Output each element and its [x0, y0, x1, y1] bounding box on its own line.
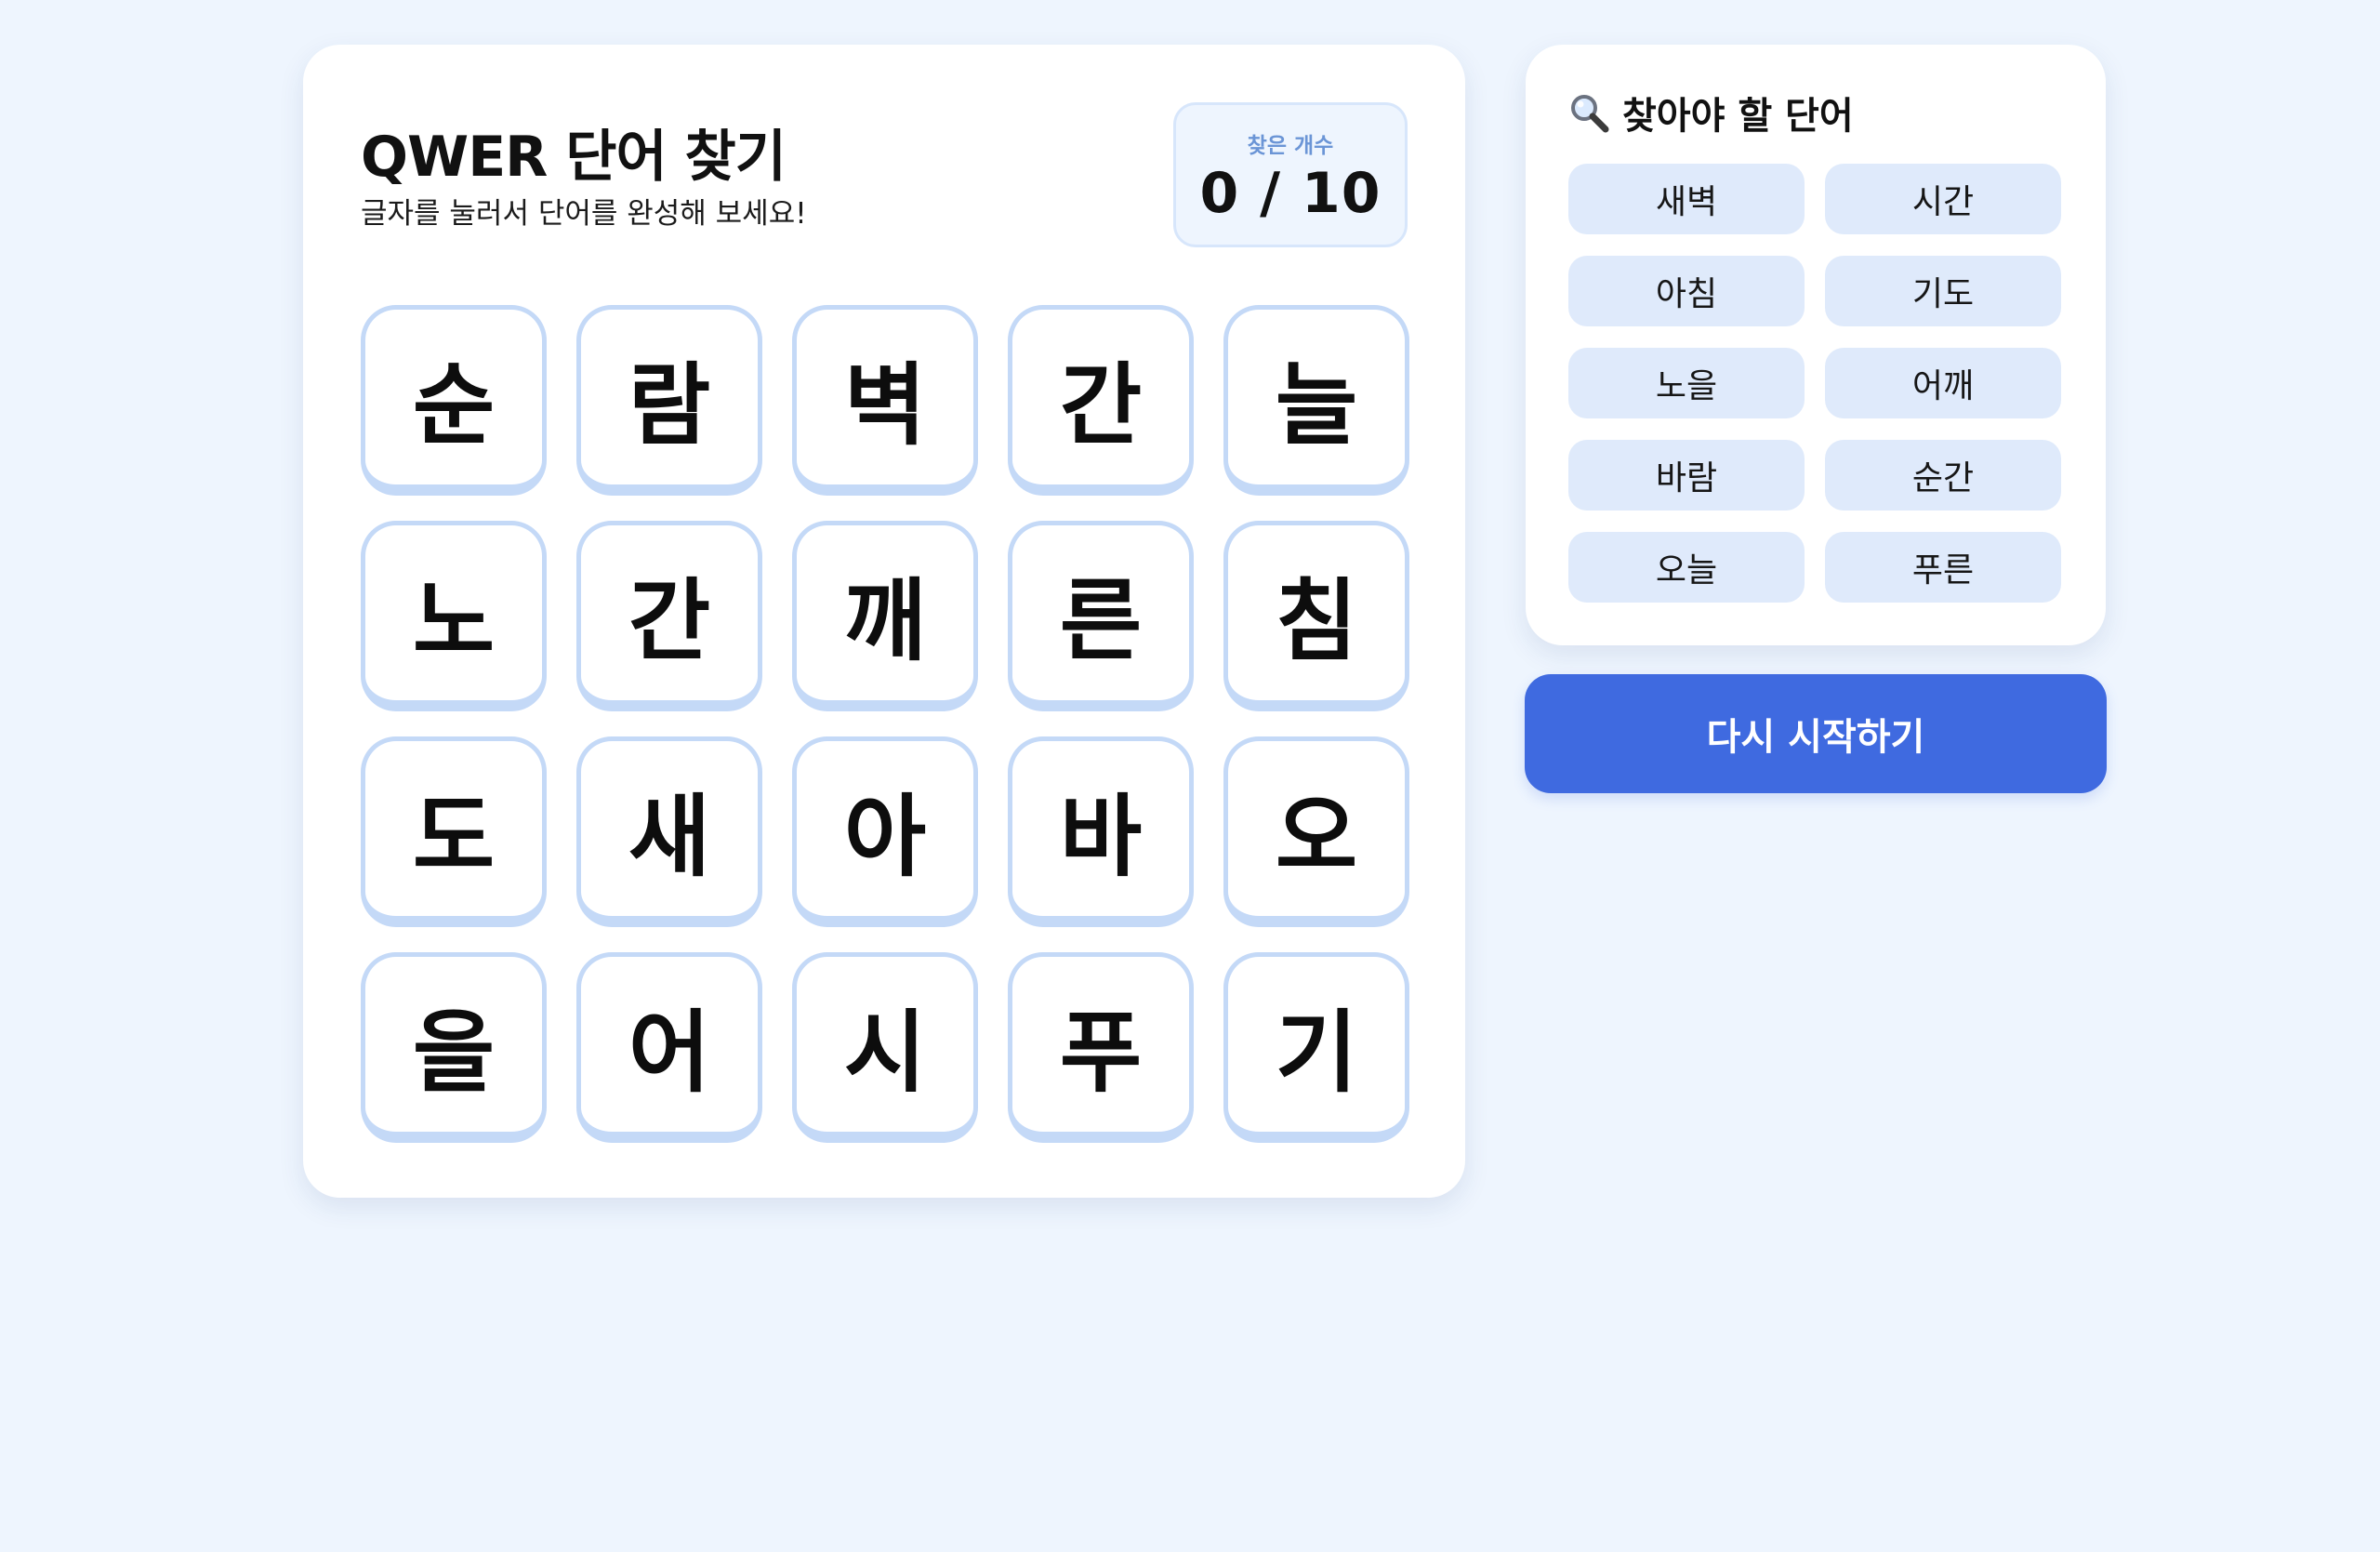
- letter-tile[interactable]: 기: [1223, 952, 1409, 1143]
- letter-tile[interactable]: 노: [361, 521, 547, 711]
- word-chip: 푸른: [1825, 532, 2061, 603]
- word-chip: 시간: [1825, 164, 2061, 234]
- letter-tile[interactable]: 푸: [1008, 952, 1194, 1143]
- letter-tile[interactable]: 벽: [792, 305, 978, 496]
- word-list: 새벽 시간 아침 기도 노을 어깨 바람 순간 오늘 푸른: [1568, 164, 2061, 603]
- letter-tile[interactable]: 람: [576, 305, 762, 496]
- game-board-panel: QWER 단어 찾기 글자를 눌러서 단어를 완성해 보세요! 찾은 개수 0 …: [303, 45, 1465, 1198]
- letter-tile[interactable]: 아: [792, 736, 978, 927]
- score-box: 찾은 개수 0 / 10: [1173, 102, 1408, 247]
- letter-tile[interactable]: 도: [361, 736, 547, 927]
- game-instructions: 글자를 눌러서 단어를 완성해 보세요!: [361, 197, 807, 231]
- letter-tile[interactable]: 간: [1008, 305, 1194, 496]
- letter-tile[interactable]: 간: [576, 521, 762, 711]
- score-label: 찾은 개수: [1247, 134, 1334, 158]
- letter-tile[interactable]: 침: [1223, 521, 1409, 711]
- letter-tile[interactable]: 을: [361, 952, 547, 1143]
- score-value: 0 / 10: [1199, 161, 1382, 226]
- letter-tile[interactable]: 른: [1008, 521, 1194, 711]
- letter-tile[interactable]: 순: [361, 305, 547, 496]
- word-list-panel: 찾아야 할 단어 새벽 시간 아침 기도 노을 어깨 바람 순간 오늘 푸른: [1526, 45, 2106, 645]
- letter-tile[interactable]: 바: [1008, 736, 1194, 927]
- word-chip: 아침: [1568, 256, 1805, 326]
- letter-tile[interactable]: 새: [576, 736, 762, 927]
- word-chip: 새벽: [1568, 164, 1805, 234]
- word-chip: 바람: [1568, 440, 1805, 511]
- word-list-header: 찾아야 할 단어: [1568, 86, 1854, 139]
- letter-grid: 순 람 벽 간 늘 노 간 깨 른 침 도 새 아 바 오 을 어 시 푸 기: [361, 305, 1409, 1143]
- word-chip: 오늘: [1568, 532, 1805, 603]
- game-title: QWER 단어 찾기: [361, 125, 787, 190]
- word-chip: 기도: [1825, 256, 2061, 326]
- word-list-title: 찾아야 할 단어: [1622, 95, 1854, 138]
- word-chip: 어깨: [1825, 348, 2061, 418]
- word-chip: 순간: [1825, 440, 2061, 511]
- word-chip: 노을: [1568, 348, 1805, 418]
- magnifying-glass-icon: [1568, 92, 1609, 133]
- letter-tile[interactable]: 깨: [792, 521, 978, 711]
- letter-tile[interactable]: 오: [1223, 736, 1409, 927]
- letter-tile[interactable]: 어: [576, 952, 762, 1143]
- letter-tile[interactable]: 시: [792, 952, 978, 1143]
- restart-button[interactable]: 다시 시작하기: [1525, 674, 2107, 793]
- letter-tile[interactable]: 늘: [1223, 305, 1409, 496]
